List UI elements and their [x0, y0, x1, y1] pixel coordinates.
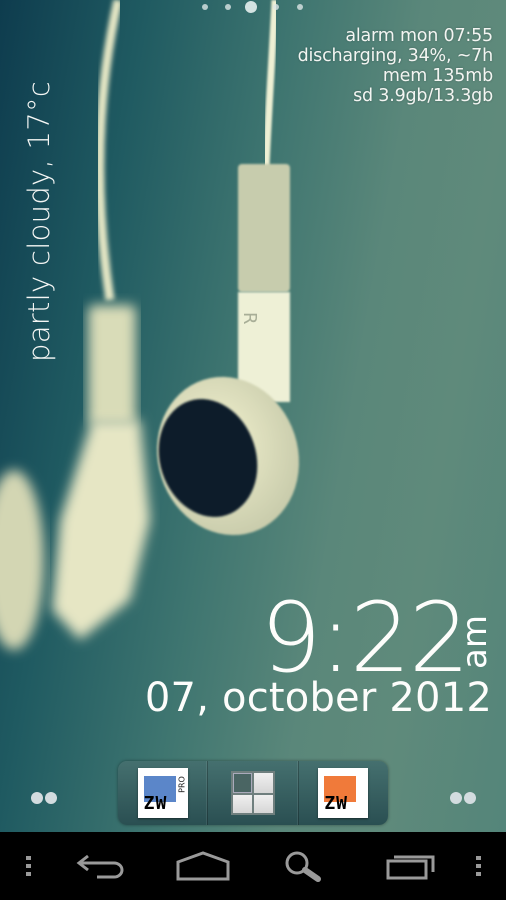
overflow-menu-right-button[interactable] [464, 832, 494, 900]
clock-widget[interactable]: 9:22am 07, october 2012 [144, 582, 495, 721]
dock-item-zw-pro[interactable]: ZW PRO [118, 761, 209, 825]
alarm-info: alarm mon 07:55 [345, 26, 493, 46]
dock: ZW PRO ZW [118, 761, 388, 825]
home-icon [176, 851, 230, 881]
clock-ampm: am [455, 615, 495, 669]
page-dot[interactable] [273, 4, 279, 10]
right-page-dots-icon[interactable] [450, 792, 476, 804]
clock-date: 07, october 2012 [144, 675, 492, 721]
clock-time: 9:22 [260, 582, 470, 694]
search-button[interactable] [270, 832, 340, 900]
page-indicator [196, 0, 316, 14]
weather-widget[interactable]: partly cloudy, 17°c [22, 81, 56, 362]
back-icon [76, 854, 124, 879]
zw-label: ZW [324, 793, 348, 814]
back-button[interactable] [66, 832, 136, 900]
page-dot[interactable] [225, 4, 231, 10]
battery-info: discharging, 34%, ~7h [297, 46, 494, 66]
navigation-bar [0, 832, 506, 900]
pro-badge: PRO [177, 776, 187, 793]
dock-item-zw[interactable]: ZW [299, 761, 388, 825]
page-dot[interactable] [202, 4, 208, 10]
zw-icon: ZW [318, 768, 369, 818]
system-info-widget[interactable]: alarm mon 07:55 discharging, 34%, ~7h me… [297, 26, 494, 106]
search-icon [285, 851, 321, 882]
recent-apps-button[interactable] [376, 832, 446, 900]
memory-info: mem 135mb [382, 66, 493, 86]
dock-item-app-drawer[interactable] [208, 761, 299, 825]
overflow-menu-left-button[interactable] [14, 832, 44, 900]
zw-pro-icon: ZW PRO [137, 768, 188, 818]
zw-pro-label: ZW [143, 793, 168, 814]
page-dot-active[interactable] [245, 1, 257, 13]
app-grid-icon [230, 771, 275, 815]
overflow-menu-icon [26, 856, 31, 876]
home-button[interactable] [168, 832, 238, 900]
recent-apps-icon [386, 855, 435, 880]
left-page-dots-icon[interactable] [31, 792, 57, 804]
overflow-menu-icon [476, 856, 481, 876]
storage-info: sd 3.9gb/13.3gb [353, 86, 493, 106]
svg-text:R: R [239, 312, 260, 325]
page-dot[interactable] [297, 4, 303, 10]
